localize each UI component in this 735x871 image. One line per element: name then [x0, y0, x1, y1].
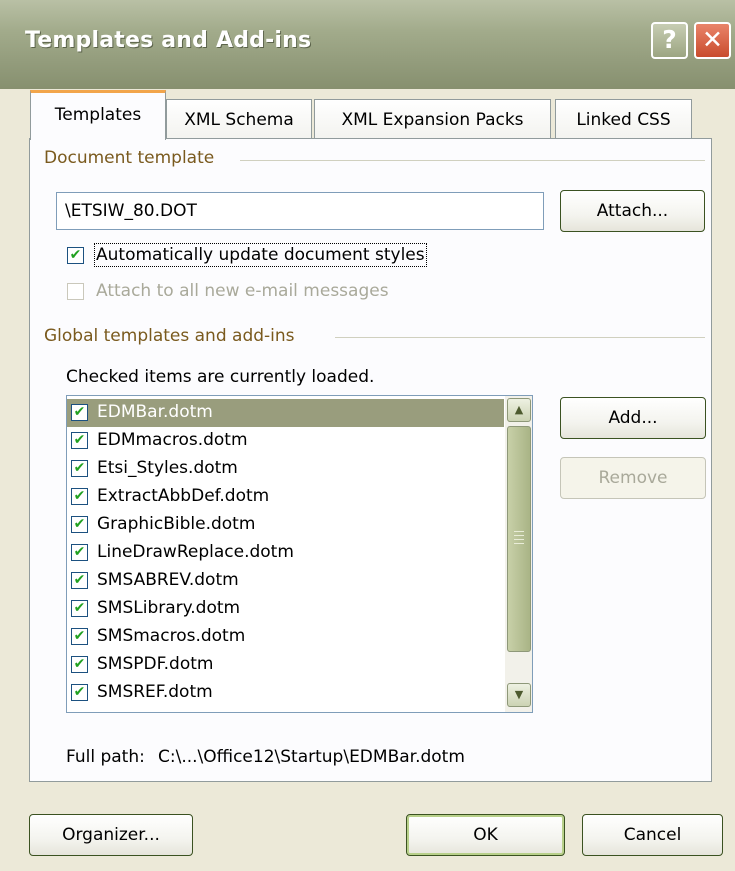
item-checkbox[interactable]: ✔ [71, 684, 88, 701]
help-button[interactable]: ? [651, 22, 688, 59]
scroll-down-button[interactable]: ▼ [507, 683, 531, 707]
thumb-grip [514, 543, 524, 544]
document-template-path-value: \ETSIW_80.DOT [65, 201, 197, 221]
full-path-label: Full path: [66, 747, 145, 767]
document-template-group-label: Document template [44, 148, 223, 168]
list-item-label: SMSPDF.dotm [97, 654, 214, 674]
list-item-label: GraphicBible.dotm [97, 514, 256, 534]
item-checkbox[interactable]: ✔ [71, 488, 88, 505]
item-checkbox[interactable]: ✔ [71, 628, 88, 645]
list-item[interactable]: ✔ GraphicBible.dotm [67, 511, 504, 539]
check-icon: ✔ [73, 516, 86, 532]
templates-dialog: Templates and Add-ins ? ✕ Templates XML … [0, 0, 735, 871]
close-button[interactable]: ✕ [694, 22, 731, 59]
tab-linked-css-label: Linked CSS [576, 110, 671, 130]
list-item[interactable]: ✔ LineDrawReplace.dotm [67, 539, 504, 567]
cancel-button[interactable]: Cancel [582, 814, 723, 856]
check-icon: ✔ [73, 404, 86, 420]
check-icon: ✔ [73, 572, 86, 588]
item-checkbox[interactable]: ✔ [71, 544, 88, 561]
list-item[interactable]: ✔ SMSPDF.dotm [67, 651, 504, 679]
ok-button[interactable]: OK [406, 814, 565, 856]
tab-templates[interactable]: Templates [30, 90, 166, 140]
list-item-label: LineDrawReplace.dotm [97, 542, 294, 562]
thumb-grip [514, 539, 524, 540]
thumb-grip [514, 535, 524, 536]
window-title: Templates and Add-ins [25, 28, 312, 53]
list-item[interactable]: ✔ SMSREF.dotm [67, 679, 504, 707]
tab-xml-schema[interactable]: XML Schema [166, 99, 312, 139]
attach-email-label: Attach to all new e-mail messages [96, 281, 389, 301]
tab-xml-schema-label: XML Schema [184, 110, 294, 130]
cancel-button-label: Cancel [623, 825, 682, 845]
list-item[interactable]: ✔ SMSmacros.dotm [67, 623, 504, 651]
document-template-path-input[interactable]: \ETSIW_80.DOT [56, 192, 544, 230]
tab-xml-expansion-packs[interactable]: XML Expansion Packs [314, 99, 551, 139]
full-path-value: C:\...\Office12\Startup\EDMBar.dotm [158, 747, 465, 767]
check-icon: ✔ [73, 432, 86, 448]
auto-update-label[interactable]: Automatically update document styles [94, 243, 427, 267]
list-item[interactable]: ✔ SMSLibrary.dotm [67, 595, 504, 623]
document-template-divider [240, 160, 705, 161]
list-item[interactable]: ✔ EDMmacros.dotm [67, 427, 504, 455]
item-checkbox[interactable]: ✔ [71, 600, 88, 617]
check-icon: ✔ [73, 488, 86, 504]
attach-email-checkbox[interactable] [67, 283, 84, 300]
auto-update-checkbox[interactable]: ✔ [67, 247, 84, 264]
list-item-label: SMSmacros.dotm [97, 626, 246, 646]
item-checkbox[interactable]: ✔ [71, 656, 88, 673]
check-icon: ✔ [73, 628, 86, 644]
remove-button[interactable]: Remove [560, 457, 706, 499]
chevron-up-icon: ▲ [514, 403, 524, 416]
loaded-items-hint: Checked items are currently loaded. [66, 367, 375, 387]
list-item-label: ExtractAbbDef.dotm [97, 486, 270, 506]
organizer-button[interactable]: Organizer... [29, 814, 193, 856]
item-checkbox[interactable]: ✔ [71, 404, 88, 421]
ok-button-label: OK [473, 825, 498, 845]
list-item-label: SMSREF.dotm [97, 682, 213, 702]
tab-linked-css[interactable]: Linked CSS [555, 99, 692, 139]
check-icon: ✔ [73, 656, 86, 672]
check-icon: ✔ [69, 247, 82, 263]
scroll-up-button[interactable]: ▲ [507, 398, 531, 422]
list-item[interactable]: ✔ ExtractAbbDef.dotm [67, 483, 504, 511]
list-item-label: SMSLibrary.dotm [97, 598, 241, 618]
add-button[interactable]: Add... [560, 397, 706, 439]
title-bar[interactable]: Templates and Add-ins ? ✕ [0, 0, 735, 89]
item-checkbox[interactable]: ✔ [71, 516, 88, 533]
tab-xml-expansion-packs-label: XML Expansion Packs [341, 110, 524, 130]
help-icon: ? [662, 25, 677, 54]
check-icon: ✔ [73, 544, 86, 560]
item-checkbox[interactable]: ✔ [71, 572, 88, 589]
global-templates-list[interactable]: ✔ EDMBar.dotm ✔ EDMmacros.dotm ✔ Etsi_St… [66, 395, 533, 713]
list-item[interactable]: ✔ Etsi_Styles.dotm [67, 455, 504, 483]
list-item-label: EDMmacros.dotm [97, 430, 248, 450]
list-item[interactable]: ✔ SMSABREV.dotm [67, 567, 504, 595]
close-icon: ✕ [702, 25, 723, 54]
thumb-grip [514, 531, 524, 532]
check-icon: ✔ [73, 460, 86, 476]
list-scrollbar[interactable]: ▲ ▼ [505, 396, 532, 712]
list-item-label: Etsi_Styles.dotm [97, 458, 238, 478]
scroll-thumb[interactable] [507, 426, 531, 652]
item-checkbox[interactable]: ✔ [71, 432, 88, 449]
global-templates-divider [335, 337, 705, 338]
list-item[interactable]: ✔ EDMBar.dotm [67, 399, 504, 427]
add-button-label: Add... [608, 408, 658, 428]
check-icon: ✔ [73, 684, 86, 700]
attach-button[interactable]: Attach... [560, 190, 705, 232]
attach-button-label: Attach... [596, 201, 669, 221]
remove-button-label: Remove [598, 468, 668, 488]
chevron-down-icon: ▼ [514, 688, 524, 701]
tab-templates-label: Templates [54, 105, 142, 125]
item-checkbox[interactable]: ✔ [71, 460, 88, 477]
organizer-button-label: Organizer... [62, 825, 160, 845]
list-item-label: EDMBar.dotm [97, 402, 213, 422]
check-icon: ✔ [73, 600, 86, 616]
list-item-label: SMSABREV.dotm [97, 570, 239, 590]
global-templates-group-label: Global templates and add-ins [44, 326, 303, 346]
